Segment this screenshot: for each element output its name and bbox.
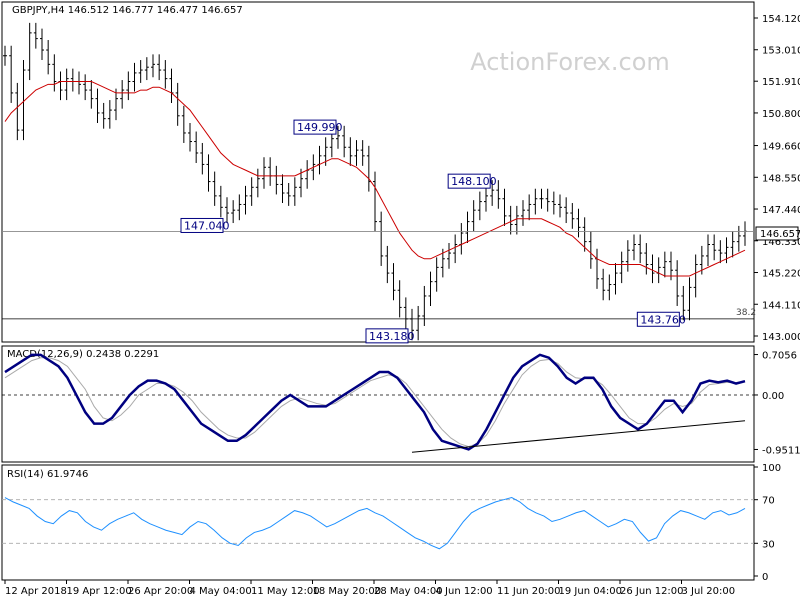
price-overlays: 38.2 149.990 147.040 148.100 143.180 143.760 bbox=[2, 80, 756, 344]
x-tick-label: 19 Apr 12:00 bbox=[67, 586, 132, 597]
price-y-axis: 154.120 153.010 151.910 150.800 149.660 148.5… bbox=[754, 14, 800, 343]
price-annotation-label: 148.100 bbox=[451, 175, 497, 188]
x-tick-label: 4 May 04:00 bbox=[190, 586, 252, 597]
macd-panel-frame bbox=[1, 345, 755, 463]
macd-signal-line bbox=[4, 357, 746, 448]
rsi-tick-label: 30 bbox=[762, 539, 775, 550]
rsi-panel-frame bbox=[1, 464, 755, 581]
macd-tick-label: -0.9511 bbox=[762, 445, 800, 456]
fib-38-label: 38.2 bbox=[736, 308, 756, 318]
watermark: ActionForex.com bbox=[470, 48, 670, 76]
price-tick-label: 147.440 bbox=[762, 205, 800, 216]
rsi-panel-header: RSI(14) 61.9746 bbox=[7, 469, 88, 480]
price-tick-label: 153.010 bbox=[762, 46, 800, 57]
x-tick-label: 26 Jun 12:00 bbox=[620, 586, 684, 597]
x-tick-label: 11 May 12:00 bbox=[251, 586, 320, 597]
rsi-tick-label: 100 bbox=[762, 463, 781, 474]
price-annotation-label: 143.760 bbox=[640, 313, 686, 326]
price-tick-label: 148.550 bbox=[762, 173, 800, 184]
x-tick-label: 19 Jun 04:00 bbox=[559, 586, 623, 597]
macd-tick-label: 0.00 bbox=[762, 391, 784, 402]
macd-layer: 0.7056 0.00 -0.9511 bbox=[2, 351, 800, 456]
price-tick-label: 154.120 bbox=[762, 14, 800, 25]
x-tick-label: 11 Jun 20:00 bbox=[497, 586, 561, 597]
price-tick-label: 150.800 bbox=[762, 109, 800, 120]
x-tick-label: 28 May 04:00 bbox=[374, 586, 443, 597]
macd-tick-label: 0.7056 bbox=[762, 351, 797, 362]
gbpjpy-chart[interactable]: ActionForex.com GBPJPY,H4 146.512 146.77… bbox=[0, 0, 800, 600]
price-annotation-label: 149.990 bbox=[297, 121, 343, 134]
x-axis: 12 Apr 2018 19 Apr 12:0026 Apr 20:004 May… bbox=[4, 580, 736, 597]
x-tick-label: 12 Apr 2018 bbox=[5, 586, 67, 597]
macd-panel-header: MACD(12,26,9) 0.2438 0.2291 bbox=[7, 349, 159, 360]
x-tick-label: 18 May 20:00 bbox=[313, 586, 382, 597]
x-tick-label: 4 Jun 12:00 bbox=[436, 586, 493, 597]
price-tick-label: 144.110 bbox=[762, 300, 800, 311]
price-tick-label: 151.910 bbox=[762, 77, 800, 88]
price-tick-label: 143.000 bbox=[762, 332, 800, 343]
macd-line bbox=[4, 353, 746, 451]
rsi-layer: 100 70 30 0 bbox=[2, 463, 781, 583]
rsi-line bbox=[4, 496, 746, 550]
price-annotation-label: 143.180 bbox=[369, 330, 415, 343]
price-tick-label: 145.220 bbox=[762, 269, 800, 280]
x-tick-label: 26 Apr 20:00 bbox=[128, 586, 193, 597]
rsi-tick-label: 0 bbox=[762, 572, 768, 583]
price-panel-header: GBPJPY,H4 146.512 146.777 146.477 146.65… bbox=[12, 5, 243, 16]
x-tick-label: 3 Jul 20:00 bbox=[682, 586, 736, 597]
price-tick-label: 149.660 bbox=[762, 142, 800, 153]
rsi-tick-label: 70 bbox=[762, 496, 775, 507]
macd-trendline bbox=[411, 420, 746, 453]
last-price-label: 146.657 bbox=[760, 229, 800, 240]
price-annotation-label: 147.040 bbox=[184, 219, 230, 232]
